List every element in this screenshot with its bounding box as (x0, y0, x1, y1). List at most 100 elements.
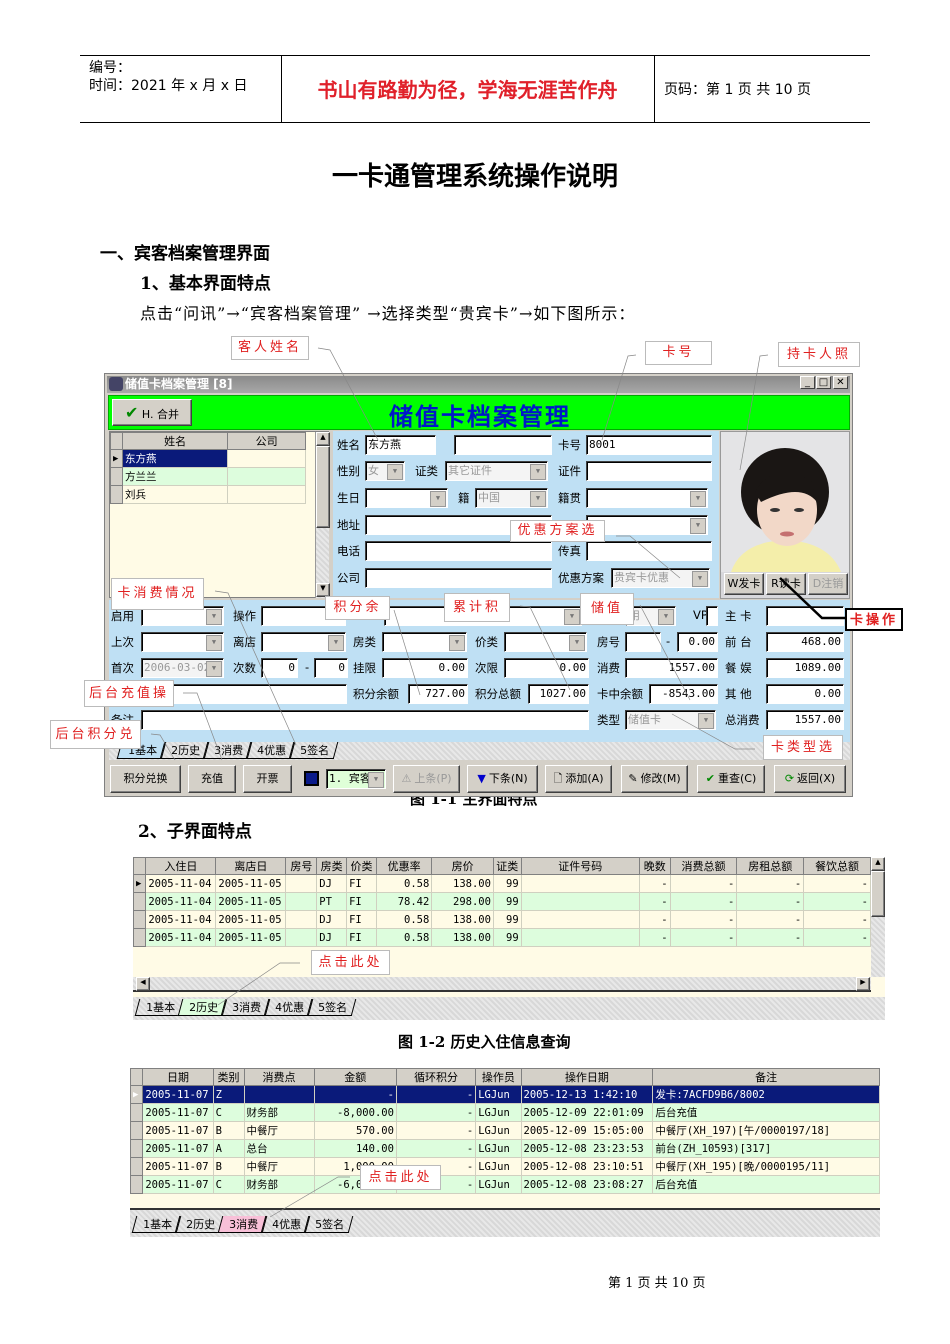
blank-dropdown[interactable] (586, 488, 708, 508)
total-field[interactable]: 1557.00 (766, 710, 844, 730)
tab-consumption[interactable]: 3消费 (220, 999, 271, 1016)
add-button[interactable]: 🗋 添加(A) (545, 765, 612, 793)
blank-dropdown[interactable] (382, 632, 467, 652)
recharge-button[interactable]: 充值 (188, 765, 236, 793)
blank-field[interactable] (706, 606, 718, 626)
issue-card-button[interactable]: W发卡 (724, 573, 764, 595)
table-row[interactable]: 2005-11-07 A 总台 140.00- LGJun 2005-12-08 23:2… (129, 1139, 880, 1158)
column-header[interactable]: 类别 (212, 1068, 245, 1086)
table-row[interactable]: ▶ 2005-11-07 Z - - LGJun 2005-12-13 1:42:10 发卡:… (129, 1085, 880, 1104)
blank-field[interactable] (766, 606, 844, 626)
cancel-card-button[interactable]: D注销 (808, 573, 848, 595)
blank-field[interactable] (454, 435, 552, 455)
scroll-down-icon[interactable]: ▼ (316, 583, 330, 597)
column-header[interactable]: 房价 (431, 857, 494, 875)
table-row[interactable]: 2005-11-04 2005-11-05 DJ FI 0.58 138.00 99- - - - (132, 910, 871, 929)
scroll-up-icon[interactable]: ▲ (316, 432, 330, 446)
points-total-field[interactable]: 1027.00 (528, 684, 589, 704)
first-dropdown[interactable]: 2006-03-02 (141, 658, 224, 678)
column-header[interactable]: 入住日 (145, 857, 217, 875)
table-row[interactable]: 2005-11-07C财务部-6,000.00-LGJun2005-12-08 … (129, 1175, 880, 1194)
close-button[interactable]: ✕ (833, 376, 848, 389)
blank-field[interactable] (365, 568, 552, 588)
times-a-field[interactable]: 0 (261, 658, 298, 678)
edit-button[interactable]: ✎ 修改(M) (621, 765, 688, 793)
blank-field[interactable] (586, 461, 712, 481)
scroll-up-icon[interactable]: ▲ (871, 857, 885, 871)
tab-basic[interactable]: 1基本 (131, 1216, 182, 1233)
gender-dropdown[interactable]: 女 (365, 461, 405, 481)
column-header[interactable]: 循环积分 (395, 1068, 477, 1086)
column-header[interactable]: 证件号码 (520, 857, 640, 875)
tab-history[interactable]: 2历史 (177, 999, 228, 1016)
blank-field[interactable] (365, 541, 552, 561)
column-header[interactable]: 离店日 (215, 857, 287, 875)
table-row[interactable]: 2005-11-07 C 财务部 -8,000.00- LGJun 2005-12-09 … (129, 1103, 880, 1122)
tab-history[interactable]: 2历史 (159, 742, 210, 759)
column-header[interactable]: 金额 (313, 1068, 397, 1086)
tab-consumption[interactable]: 3消费 (202, 742, 253, 759)
prev-button[interactable]: ⚠ 上条(P) (393, 765, 460, 793)
column-header[interactable]: 消费点 (243, 1068, 315, 1086)
column-header[interactable]: 操作日期 (520, 1068, 654, 1086)
column-header[interactable]: 证类 (492, 857, 522, 875)
column-header[interactable]: 价类 (346, 857, 377, 875)
guest-list[interactable]: 姓名 公司 ▶ 东方燕 方兰兰 刘兵 ▲ ▼ (109, 431, 330, 598)
invoice-button[interactable]: 开票 (243, 765, 292, 793)
read-card-button[interactable]: R读卡 (766, 573, 806, 595)
card-no-field[interactable]: 8001 (586, 435, 712, 455)
scroll-left-icon[interactable]: ◀ (136, 977, 150, 991)
tab-history[interactable]: 2历史 (174, 1216, 225, 1233)
points-exchange-button[interactable]: 积分兑换 (110, 765, 181, 793)
guest-row[interactable]: 刘兵 (110, 485, 306, 504)
points-balance-field[interactable]: 727.00 (408, 684, 468, 704)
tab-discount[interactable]: 4优惠 (263, 999, 314, 1016)
scroll-right-icon[interactable]: ▶ (856, 977, 870, 991)
front-field[interactable]: 468.00 (766, 632, 844, 652)
blank-field[interactable] (625, 632, 661, 652)
save-icon[interactable] (304, 771, 319, 786)
blank-field[interactable] (171, 684, 347, 704)
times-b-field[interactable]: 0 (314, 658, 348, 678)
tab-signature[interactable]: 5签名 (288, 742, 339, 759)
next-button[interactable]: ▼ 下条(N) (467, 765, 538, 793)
column-header[interactable]: 消费总额 (669, 857, 738, 875)
credit-field[interactable]: 0.00 (382, 658, 468, 678)
column-header[interactable]: 餐饮总额 (803, 857, 871, 875)
guest-row[interactable]: 方兰兰 (110, 467, 306, 486)
scroll-thumb[interactable] (871, 871, 885, 917)
column-header[interactable]: 日期 (142, 1068, 214, 1086)
maximize-button[interactable]: □ (816, 376, 831, 389)
column-header[interactable]: 备注 (652, 1068, 880, 1086)
id-type-dropdown[interactable]: 其它证件 (445, 461, 548, 481)
card-balance-field[interactable]: -8543.00 (649, 684, 718, 704)
blank-dropdown[interactable] (504, 632, 587, 652)
history-vscroll[interactable]: ▲ (871, 857, 885, 977)
column-header[interactable]: 优惠率 (375, 857, 433, 875)
requery-button[interactable]: ✔ 重查(C) (697, 765, 765, 793)
table-row[interactable]: ▶ 2005-11-04 2005-11-05 DJ FI 0.58 138.00 99- - -… (132, 874, 871, 893)
name-field[interactable]: 东方燕 (365, 435, 436, 455)
column-header[interactable]: 房租总额 (736, 857, 805, 875)
dining-field[interactable]: 1089.00 (766, 658, 844, 678)
table-row[interactable]: 2005-11-04 2005-11-05 PT FI 78.42 298.00 99- - -… (132, 892, 871, 911)
history-hscroll[interactable]: ◀ ▶ (133, 977, 871, 992)
guest-row[interactable]: ▶ 东方燕 (110, 449, 306, 468)
tab-basic[interactable]: 1基本 (134, 999, 185, 1016)
tab-discount[interactable]: 4优惠 (245, 742, 296, 759)
tab-signature[interactable]: 5签名 (303, 1216, 354, 1233)
table-row[interactable]: 2005-11-07 B 中餐厅 570.00- LGJun 2005-12-09 15:… (129, 1121, 880, 1140)
column-header[interactable]: 操作员 (475, 1068, 522, 1086)
blank-dropdown[interactable] (365, 488, 448, 508)
other-field[interactable]: 0.00 (766, 684, 844, 704)
type-dropdown[interactable]: 储值卡 (625, 710, 716, 730)
column-header[interactable]: 晚数 (638, 857, 671, 875)
column-header[interactable]: 公司 (227, 432, 306, 450)
category-select[interactable]: 1. 宾客i (326, 769, 386, 789)
room-amount-field[interactable]: 0.00 (677, 632, 718, 652)
column-header[interactable]: 房类 (316, 857, 348, 875)
column-header[interactable]: 姓名 (121, 432, 229, 450)
table-row[interactable]: 2005-11-04 2005-11-05 DJ FI 0.58 138.00 99- - - - (132, 928, 871, 947)
scroll-thumb[interactable] (316, 446, 330, 528)
minimize-button[interactable]: _ (800, 376, 815, 389)
